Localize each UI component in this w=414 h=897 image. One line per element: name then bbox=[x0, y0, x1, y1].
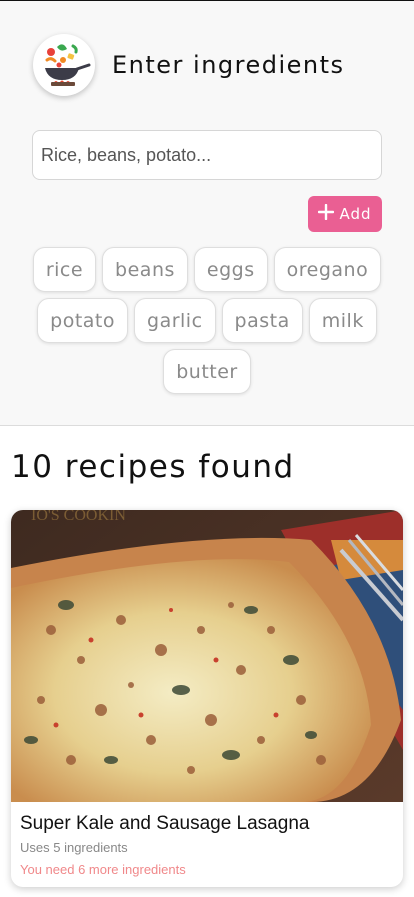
ingredient-chip[interactable]: eggs bbox=[193, 247, 268, 292]
image-watermark: IO'S COOKIN bbox=[31, 510, 126, 524]
recipe-card[interactable]: IO'S COOKIN Super Kale and Sausage Lasag… bbox=[11, 510, 403, 887]
add-button-label: Add bbox=[339, 205, 372, 223]
ingredient-chip[interactable]: garlic bbox=[134, 298, 216, 343]
ingredient-chip[interactable]: rice bbox=[32, 247, 97, 292]
recipe-title: Super Kale and Sausage Lasagna bbox=[20, 813, 310, 834]
cooking-wok-icon bbox=[33, 34, 95, 96]
results-count-heading: 10 recipes found bbox=[11, 449, 295, 485]
ingredient-chip[interactable]: beans bbox=[102, 247, 188, 292]
ingredient-chip[interactable]: milk bbox=[308, 298, 377, 343]
ingredient-chip[interactable]: butter bbox=[163, 349, 251, 394]
page-title: Enter ingredients bbox=[112, 51, 345, 79]
plus-icon bbox=[318, 203, 335, 224]
ingredient-chip-list: rice beans eggs oregano potato garlic pa… bbox=[30, 247, 384, 394]
ingredient-search-input[interactable] bbox=[32, 130, 382, 180]
ingredient-chip[interactable]: pasta bbox=[221, 298, 303, 343]
add-ingredient-button[interactable]: Add bbox=[308, 196, 382, 232]
ingredient-entry-panel: Enter ingredients Add rice beans eggs or… bbox=[0, 1, 414, 426]
ingredient-chip[interactable]: potato bbox=[37, 298, 129, 343]
recipe-uses-count: Uses 5 ingredients bbox=[20, 840, 128, 855]
recipe-missing-count: You need 6 more ingredients bbox=[20, 862, 186, 877]
recipe-image: IO'S COOKIN bbox=[11, 510, 403, 802]
ingredient-chip[interactable]: oregano bbox=[273, 247, 382, 292]
